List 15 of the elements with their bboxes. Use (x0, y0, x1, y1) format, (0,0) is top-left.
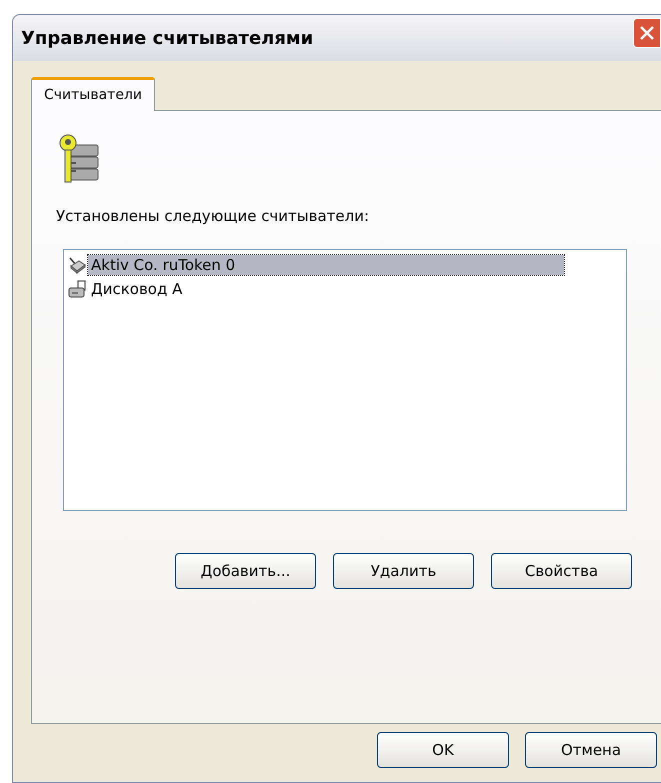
ok-button[interactable]: OK (377, 732, 509, 768)
add-button[interactable]: Добавить... (175, 553, 316, 589)
close-button[interactable] (633, 18, 661, 48)
tab[interactable]: Считыватели (31, 77, 155, 111)
reader-item[interactable]: Дисковод A (88, 279, 186, 299)
cancel-button[interactable]: Отмена (525, 732, 657, 768)
readers-label: Установлены следующие считыватели: (56, 207, 370, 225)
window-title: Управление считывателями (21, 28, 314, 48)
close-icon (639, 25, 655, 41)
properties-button[interactable]: Свойства (491, 553, 632, 589)
disk-drive-icon (68, 280, 86, 298)
readers-list[interactable]: Aktiv Co. ruToken 0 Дисковод A (63, 249, 627, 511)
reader-item[interactable]: Aktiv Co. ruToken 0 (88, 255, 564, 275)
token-reader-icon (68, 256, 86, 274)
remove-button[interactable]: Удалить (333, 553, 474, 589)
